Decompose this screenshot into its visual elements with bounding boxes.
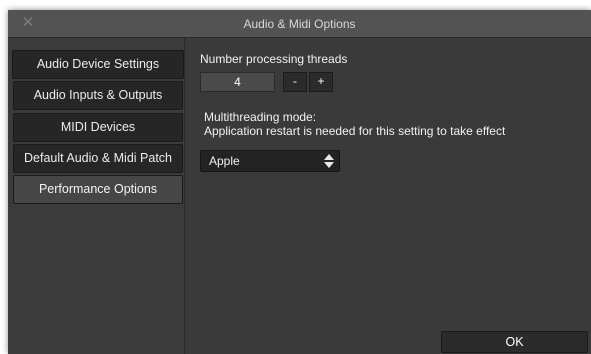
sidebar: Audio Device Settings Audio Inputs & Out… [8,38,185,354]
sidebar-item-performance-options[interactable]: Performance Options [13,175,183,204]
up-down-arrows-icon [324,154,334,168]
decrement-button[interactable]: - [283,72,307,92]
sidebar-item-midi-devices[interactable]: MIDI Devices [13,113,183,142]
restart-note: Application restart is needed for this s… [204,124,506,138]
title-bar: ✕ Audio & Midi Options [8,10,591,38]
sidebar-item-audio-inputs-outputs[interactable]: Audio Inputs & Outputs [13,81,183,110]
performance-panel: Number processing threads 4 - + Multithr… [186,38,591,354]
threads-value-field[interactable]: 4 [200,72,275,92]
ok-button[interactable]: OK [441,331,588,353]
options-window: ✕ Audio & Midi Options Audio Device Sett… [8,10,591,354]
sidebar-item-audio-device-settings[interactable]: Audio Device Settings [12,50,184,79]
increment-button[interactable]: + [309,72,333,92]
select-value: Apple [209,154,240,168]
threads-label: Number processing threads [200,52,348,66]
sidebar-item-default-audio-midi-patch[interactable]: Default Audio & Midi Patch [13,144,183,173]
multithreading-mode-label: Multithreading mode: [204,110,317,124]
multithreading-mode-select[interactable]: Apple [200,150,340,172]
window-title: Audio & Midi Options [243,17,356,31]
